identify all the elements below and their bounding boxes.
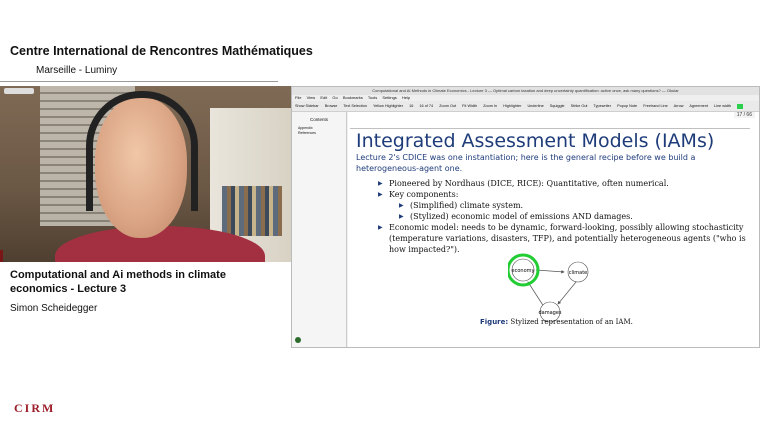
menu-help[interactable]: Help bbox=[402, 95, 410, 100]
node-economy-label: economy bbox=[512, 268, 535, 274]
cirm-logo-text: CIRM bbox=[14, 401, 56, 415]
arrow-tool[interactable]: Arrow bbox=[674, 104, 684, 108]
underline-tool[interactable]: Underline bbox=[527, 104, 543, 108]
speaker-video bbox=[0, 86, 291, 262]
red-marker bbox=[0, 250, 3, 262]
menu-edit[interactable]: Edit bbox=[320, 95, 327, 100]
highlight-tool[interactable]: Highlighter bbox=[503, 104, 521, 108]
edge-climate-damages bbox=[557, 281, 577, 305]
menu-bookmarks[interactable]: Bookmarks bbox=[343, 95, 363, 100]
figure-caption: Figure: Stylized representation of an IA… bbox=[480, 318, 633, 326]
popup-note-tool[interactable]: Popup Note bbox=[617, 104, 637, 108]
contents-list: Appendix References bbox=[298, 126, 346, 136]
toolbar: Show Sidebar Browse Text Selection Yello… bbox=[292, 101, 759, 112]
bullet-item: Pioneered by Nordhaus (DICE, RICE): Quan… bbox=[378, 178, 758, 189]
books bbox=[222, 186, 282, 236]
headphones bbox=[86, 91, 198, 211]
node-climate-label: climate bbox=[569, 270, 588, 276]
contents-sidebar: Contents Appendix References bbox=[292, 112, 347, 347]
cirm-subtitle: Marseille - Luminy bbox=[36, 65, 118, 76]
agreement-tool[interactable]: Agreement bbox=[689, 104, 708, 108]
figure-caption-label: Figure: bbox=[480, 318, 509, 326]
okular-window: Computational and AI Methods in Climate … bbox=[291, 86, 760, 348]
strike-out-tool[interactable]: Strike Out bbox=[571, 104, 588, 108]
slide-divider bbox=[350, 128, 750, 129]
slide-title: Integrated Assessment Models (IAMs) bbox=[356, 130, 715, 152]
show-sidebar-button[interactable]: Show Sidebar bbox=[295, 104, 319, 108]
fit-width-dropdown[interactable]: Fit Width bbox=[462, 104, 477, 108]
zoom-out-button[interactable]: Zoom Out bbox=[439, 104, 456, 108]
highlighter-dropdown[interactable]: Yellow Highlighter bbox=[373, 104, 403, 108]
page-of-label: 16 of 74 bbox=[419, 104, 434, 108]
menu-go[interactable]: Go bbox=[332, 95, 337, 100]
slide-intro: Lecture 2's CDICE was one instantiation;… bbox=[356, 153, 696, 173]
lecture-title: Computational and Ai methods in climate … bbox=[10, 269, 226, 295]
slide-page: 17 / 66 Integrated Assessment Models (IA… bbox=[348, 112, 759, 347]
sidebar-tool-icon[interactable] bbox=[295, 337, 301, 343]
zoom-in-button[interactable]: Zoom In bbox=[483, 104, 497, 108]
sub-bullet-list: (Simplified) climate system. (Stylized) … bbox=[399, 200, 758, 222]
video-badge bbox=[4, 88, 34, 94]
menu-view[interactable]: View bbox=[307, 95, 316, 100]
bullet-text: Key components: bbox=[389, 190, 459, 199]
lecturer-name: Simon Scheidegger bbox=[10, 303, 98, 314]
sub-bullet-item: (Simplified) climate system. bbox=[399, 200, 758, 211]
menu-tools[interactable]: Tools bbox=[368, 95, 377, 100]
cirm-logo: CIRM bbox=[14, 401, 55, 416]
bullet-list: Pioneered by Nordhaus (DICE, RICE): Quan… bbox=[378, 178, 758, 255]
text-selection-button[interactable]: Text Selection bbox=[343, 104, 367, 108]
browse-button[interactable]: Browse bbox=[325, 104, 338, 108]
contents-heading: Contents bbox=[309, 117, 328, 122]
page-number-input[interactable]: 16 bbox=[409, 104, 413, 108]
menu-file[interactable]: File bbox=[295, 95, 301, 100]
bullet-item: Key components: (Simplified) climate sys… bbox=[378, 189, 758, 222]
node-damages-label: damages bbox=[538, 310, 561, 316]
page-counter: 17 / 66 bbox=[733, 112, 755, 118]
window-titlebar: Computational and AI Methods in Climate … bbox=[292, 87, 759, 95]
color-swatch[interactable] bbox=[737, 103, 744, 109]
freehand-tool[interactable]: Freehand Line bbox=[643, 104, 668, 108]
contents-item-references[interactable]: References bbox=[298, 131, 346, 136]
header-divider bbox=[0, 81, 278, 82]
line-width-control[interactable]: Line width bbox=[714, 104, 731, 108]
squiggle-tool[interactable]: Squiggle bbox=[550, 104, 565, 108]
sub-bullet-item: (Stylized) economic model of emissions A… bbox=[399, 211, 758, 222]
cirm-title: Centre International de Rencontres Mathé… bbox=[10, 44, 313, 58]
figure-caption-text: Stylized representation of an IAM. bbox=[510, 318, 633, 326]
edge-economy-climate bbox=[535, 269, 565, 274]
iam-diagram: economy climate damages bbox=[508, 253, 589, 323]
typewriter-tool[interactable]: Typewriter bbox=[594, 104, 612, 108]
bullet-item: Economic model: needs to be dynamic, for… bbox=[378, 222, 758, 255]
menu-settings[interactable]: Settings bbox=[382, 95, 396, 100]
